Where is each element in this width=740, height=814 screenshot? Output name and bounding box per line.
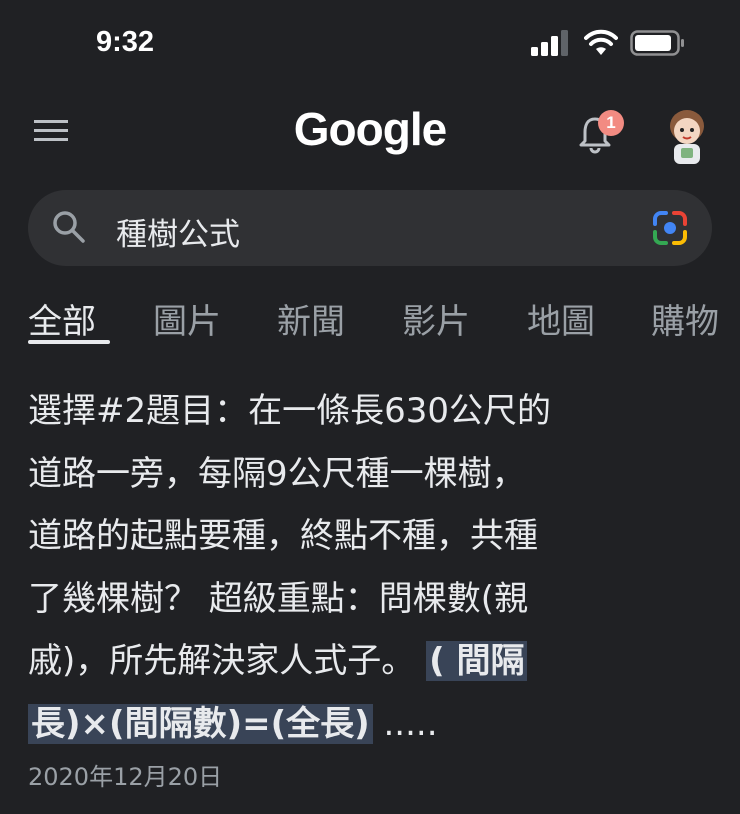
snippet-line-text: 戚)，所先解決家人式子。	[28, 641, 416, 681]
status-bar: 9:32	[0, 0, 740, 90]
tab-videos[interactable]: 影片	[402, 294, 470, 343]
avatar[interactable]	[664, 106, 710, 166]
notification-badge: 1	[598, 110, 624, 136]
status-time: 9:32	[96, 26, 155, 58]
snippet-line: 選擇#2題目：在一條長630公尺的	[28, 391, 552, 431]
active-tab-indicator	[28, 340, 110, 344]
search-input[interactable]: 種樹公式	[116, 209, 240, 254]
search-bar[interactable]: 種樹公式	[28, 190, 712, 266]
search-tabs: 全部 圖片 新聞 影片 地圖 購物	[28, 290, 740, 346]
signal-icon	[531, 30, 568, 56]
snippet-line: 了幾棵樹？ 超級重點：問棵數(親	[28, 578, 529, 619]
snippet-ellipsis: .....	[372, 703, 438, 744]
tab-images[interactable]: 圖片	[153, 294, 221, 343]
tab-all[interactable]: 全部	[28, 294, 96, 343]
snippet-highlight: 長)×(間隔數)=(全長)	[28, 703, 373, 744]
battery-icon	[630, 30, 684, 56]
tab-maps[interactable]: 地圖	[527, 294, 595, 343]
google-logo[interactable]: Google	[0, 102, 740, 156]
search-icon[interactable]	[52, 210, 86, 244]
result-snippet: 選擇#2題目：在一條長630公尺的 道路一旁，每隔9公尺種一棵樹， 道路的起點要…	[28, 380, 718, 755]
wifi-icon	[584, 29, 618, 55]
snippet-line: 長)×(間隔數)=(全長) .....	[28, 693, 718, 756]
snippet-line: 戚)，所先解決家人式子。 ( 間隔	[28, 630, 718, 693]
tab-shopping[interactable]: 購物	[651, 294, 719, 343]
result-date: 2020年12月20日	[28, 763, 223, 791]
tab-news[interactable]: 新聞	[277, 294, 345, 343]
snippet-highlight: ( 間隔	[426, 641, 528, 681]
snippet-line: 道路一旁，每隔9公尺種一棵樹，	[28, 453, 526, 494]
google-lens-icon[interactable]	[652, 211, 688, 245]
app-header: Google 1	[0, 96, 740, 176]
snippet-line: 道路的起點要種，終點不種，共種	[28, 516, 538, 556]
